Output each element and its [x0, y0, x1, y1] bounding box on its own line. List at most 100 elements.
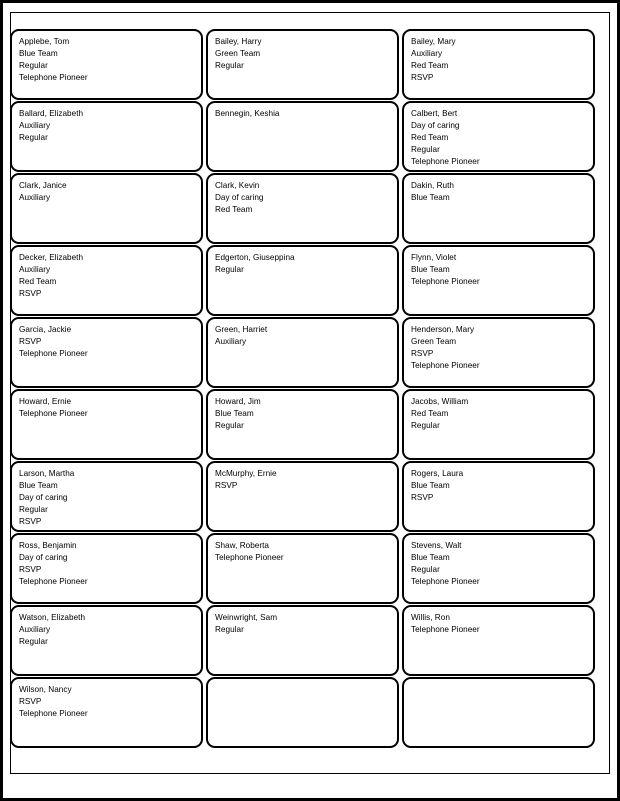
badge-person-name: Stevens, Walt — [411, 541, 462, 550]
name-badge-label[interactable]: Green, Harriet Auxiliary — [206, 317, 399, 388]
badge-attribute: RSVP — [411, 73, 434, 83]
badge-attribute: Regular — [411, 145, 440, 155]
badge-attribute: Auxiliary — [19, 265, 51, 275]
name-badge-label[interactable]: Flynn, Violet Blue Team Telephone Pioneer — [402, 245, 595, 316]
name-badge-label[interactable]: Howard, Jim Blue Team Regular — [206, 389, 399, 460]
badge-attribute: Red Team — [411, 133, 449, 143]
badge-person-name: Shaw, Roberta — [215, 541, 269, 550]
badge-attribute: Day of caring — [19, 553, 68, 563]
name-badge-label[interactable]: Clark, Janice Auxiliary — [10, 173, 203, 244]
badge-attribute: RSVP — [411, 349, 434, 359]
badge-attribute: Blue Team — [19, 49, 58, 59]
badge-person-name: Decker, Elizabeth — [19, 253, 84, 262]
badge-attribute: Auxiliary — [19, 625, 51, 635]
name-badge-label[interactable]: Watson, Elizabeth Auxiliary Regular — [10, 605, 203, 676]
name-badge-label[interactable]: Wilson, Nancy RSVP Telephone Pioneer — [10, 677, 203, 748]
badge-attribute: RSVP — [411, 493, 434, 503]
name-badge-label[interactable]: Rogers, Laura Blue Team RSVP — [402, 461, 595, 532]
name-badge-label[interactable]: Henderson, Mary Green Team RSVP Telephone P… — [402, 317, 595, 388]
badge-attribute: Auxiliary — [19, 121, 51, 131]
badge-attribute: Regular — [19, 61, 48, 71]
badge-attribute: Red Team — [411, 409, 449, 419]
badge-person-name: Clark, Kevin — [215, 181, 260, 190]
badge-attribute: RSVP — [19, 337, 42, 347]
badge-attribute: Telephone Pioneer — [19, 349, 88, 359]
badge-attribute: Telephone Pioneer — [19, 73, 88, 83]
badge-attribute: Telephone Pioneer — [411, 157, 480, 167]
badge-attribute: Regular — [215, 61, 244, 71]
badge-person-name: Howard, Jim — [215, 397, 261, 406]
name-badge-label[interactable]: Bailey, Mary Auxiliary Red Team RSVP — [402, 29, 595, 100]
name-badge-label[interactable]: Jacobs, William Red Team Regular — [402, 389, 595, 460]
name-badge-label[interactable]: Ross, Benjamin Day of caring RSVP Telephone… — [10, 533, 203, 604]
badge-attribute: Regular — [411, 565, 440, 575]
badge-attribute: Telephone Pioneer — [19, 709, 88, 719]
badge-attribute: Auxiliary — [411, 49, 443, 59]
badge-person-name: Edgerton, Giuseppina — [215, 253, 295, 262]
badge-person-name: Calbert, Bert — [411, 109, 458, 118]
badge-attribute: Blue Team — [411, 481, 450, 491]
name-badge-label[interactable]: Applebe, Tom Blue Team Regular Telephone Pi… — [10, 29, 203, 100]
name-badge-label[interactable]: Calbert, Bert Day of caring Red Team Regula… — [402, 101, 595, 172]
name-badge-label[interactable]: McMurphy, Ernie RSVP — [206, 461, 399, 532]
name-badge-label[interactable]: Dakin, Ruth Blue Team — [402, 173, 595, 244]
badge-attribute: RSVP — [215, 481, 238, 491]
badge-person-name: Ross, Benjamin — [19, 541, 77, 550]
badge-attribute: Telephone Pioneer — [411, 577, 480, 587]
sheet-outer-frame: Applebe, Tom Blue Team Regular Telephone Pi… — [0, 0, 620, 801]
badge-person-name: Watson, Elizabeth — [19, 613, 86, 622]
name-badge-label[interactable]: Bennegin, Keshia — [206, 101, 399, 172]
badge-attribute: Auxiliary — [19, 193, 51, 203]
badge-attribute: Blue Team — [411, 553, 450, 563]
badge-attribute: Day of caring — [19, 493, 68, 503]
badge-attribute: Regular — [19, 133, 48, 143]
badge-person-name: Ballard, Elizabeth — [19, 109, 84, 118]
name-badge-label[interactable]: Edgerton, Giuseppina Regular — [206, 245, 399, 316]
name-badge-label[interactable]: Willis, Ron Telephone Pioneer — [402, 605, 595, 676]
name-badge-label[interactable]: Stevens, Walt Blue Team Regular Telephone P… — [402, 533, 595, 604]
badge-attribute: Day of caring — [215, 193, 264, 203]
badge-person-name: Wilson, Nancy — [19, 685, 72, 694]
badge-attribute: Regular — [19, 505, 48, 515]
badge-attribute: Blue Team — [411, 193, 450, 203]
badge-attribute: Green Team — [411, 337, 457, 347]
name-badge-label-empty[interactable] — [402, 677, 595, 748]
badge-person-name: Garcia, Jackie — [19, 325, 72, 334]
badge-person-name: Flynn, Violet — [411, 253, 457, 262]
badge-attribute: Day of caring — [411, 121, 460, 131]
badge-attribute: Blue Team — [19, 481, 58, 491]
badge-attribute: Telephone Pioneer — [215, 553, 284, 563]
name-badge-label[interactable]: Ballard, Elizabeth Auxiliary Regular — [10, 101, 203, 172]
badge-attribute: Blue Team — [215, 409, 254, 419]
label-grid: Applebe, Tom Blue Team Regular Telephone Pi… — [10, 29, 606, 748]
badge-attribute: Telephone Pioneer — [411, 277, 480, 287]
badge-attribute: Regular — [411, 421, 440, 431]
badge-attribute: RSVP — [19, 517, 42, 527]
name-badge-label[interactable]: Howard, Ernie Telephone Pioneer — [10, 389, 203, 460]
badge-attribute: Green Team — [215, 49, 261, 59]
badge-person-name: Clark, Janice — [19, 181, 67, 190]
badge-attribute: Red Team — [19, 277, 57, 287]
name-badge-label[interactable]: Clark, Kevin Day of caring Red Team — [206, 173, 399, 244]
name-badge-label[interactable]: Decker, Elizabeth Auxiliary Red Team RSVP — [10, 245, 203, 316]
name-badge-label-empty[interactable] — [206, 677, 399, 748]
badge-attribute: Red Team — [215, 205, 253, 215]
badge-attribute: Regular — [215, 625, 244, 635]
badge-person-name: Jacobs, William — [411, 397, 469, 406]
badge-person-name: Bailey, Mary — [411, 37, 456, 46]
name-badge-label[interactable]: Larson, Martha Blue Team Day of caring Regu… — [10, 461, 203, 532]
badge-person-name: Applebe, Tom — [19, 37, 70, 46]
name-badge-label[interactable]: Shaw, Roberta Telephone Pioneer — [206, 533, 399, 604]
badge-attribute: Telephone Pioneer — [411, 361, 480, 371]
name-badge-label[interactable]: Bailey, Harry Green Team Regular — [206, 29, 399, 100]
badge-person-name: Bennegin, Keshia — [215, 109, 280, 118]
badge-person-name: Green, Harriet — [215, 325, 268, 334]
badge-attribute: Telephone Pioneer — [19, 577, 88, 587]
name-badge-label[interactable]: Garcia, Jackie RSVP Telephone Pioneer — [10, 317, 203, 388]
badge-attribute: RSVP — [19, 697, 42, 707]
badge-attribute: Regular — [215, 265, 244, 275]
badge-attribute: Blue Team — [411, 265, 450, 275]
name-badge-label[interactable]: Weinwright, Sam Regular — [206, 605, 399, 676]
badge-attribute: Telephone Pioneer — [19, 409, 88, 419]
badge-person-name: Willis, Ron — [411, 613, 450, 622]
